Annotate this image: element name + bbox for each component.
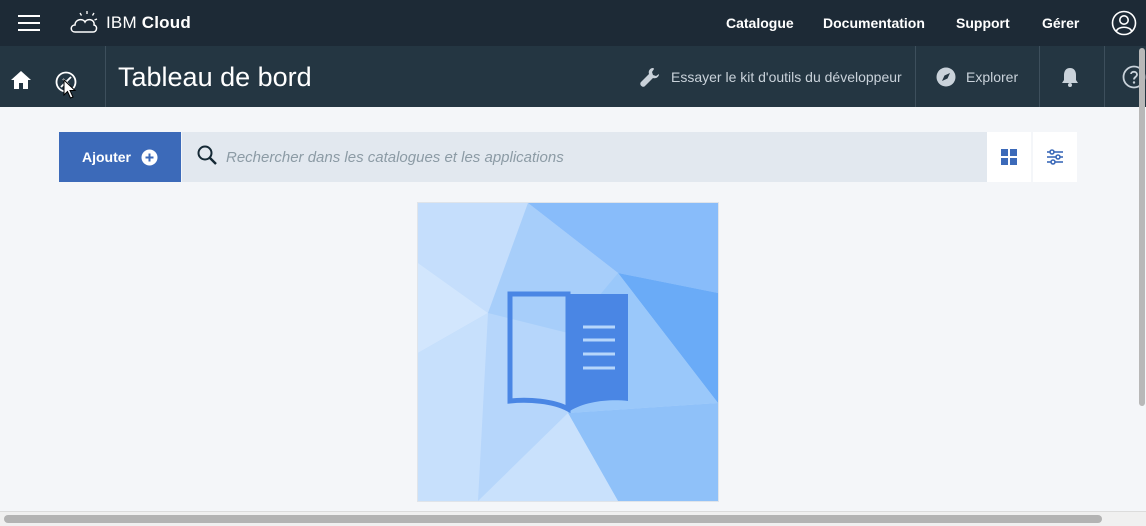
brand-prefix: IBM	[106, 13, 137, 32]
grid-view-button[interactable]	[987, 132, 1031, 182]
filter-settings-button[interactable]	[1033, 132, 1077, 182]
home-icon[interactable]	[10, 70, 32, 90]
cloud-logo-icon	[70, 11, 98, 33]
dashboard-card[interactable]	[417, 202, 719, 502]
divider	[915, 46, 916, 107]
ibm-cloud-logo[interactable]: IBM Cloud	[68, 9, 191, 37]
filter-settings-icon	[1047, 149, 1063, 165]
card-illustration	[418, 203, 718, 501]
add-button-label: Ajouter	[82, 149, 131, 165]
vertical-scrollbar[interactable]	[1139, 48, 1145, 406]
user-avatar-icon[interactable]	[1111, 10, 1137, 36]
nav-manage[interactable]: Gérer	[1042, 0, 1079, 46]
bell-icon[interactable]	[1059, 66, 1081, 88]
nav-support[interactable]: Support	[956, 0, 1010, 46]
menu-icon[interactable]	[18, 14, 40, 32]
brand-name: IBM Cloud	[106, 13, 191, 33]
divider	[105, 46, 106, 107]
wrench-icon	[640, 67, 659, 87]
search-bar	[182, 132, 987, 182]
divider	[1104, 46, 1105, 107]
explore-link[interactable]: Explorer	[936, 46, 1018, 107]
pin-icon[interactable]	[55, 71, 77, 93]
developer-kit-link[interactable]: Essayer le kit d'outils du développeur	[639, 46, 902, 107]
add-button[interactable]: Ajouter	[59, 132, 181, 182]
divider	[1039, 46, 1040, 107]
plus-circle-icon	[141, 149, 158, 165]
dashboard-header: Tableau de bord Essayer le kit d'outils …	[0, 46, 1146, 107]
explore-label: Explorer	[966, 68, 1019, 85]
compass-icon	[936, 67, 956, 86]
search-input[interactable]	[226, 132, 966, 182]
nav-documentation[interactable]: Documentation	[823, 0, 925, 46]
top-navigation-bar: IBM Cloud Catalogue Documentation Suppor…	[0, 0, 1146, 46]
horizontal-scrollbar-track	[0, 511, 1146, 526]
horizontal-scrollbar[interactable]	[4, 515, 1102, 523]
page-title: Tableau de bord	[118, 62, 312, 92]
developer-kit-label: Essayer le kit d'outils du développeur	[671, 68, 902, 85]
grid-view-icon	[1001, 149, 1017, 165]
search-icon	[197, 145, 217, 165]
brand-suffix: Cloud	[141, 13, 191, 32]
nav-catalogue[interactable]: Catalogue	[726, 0, 794, 46]
